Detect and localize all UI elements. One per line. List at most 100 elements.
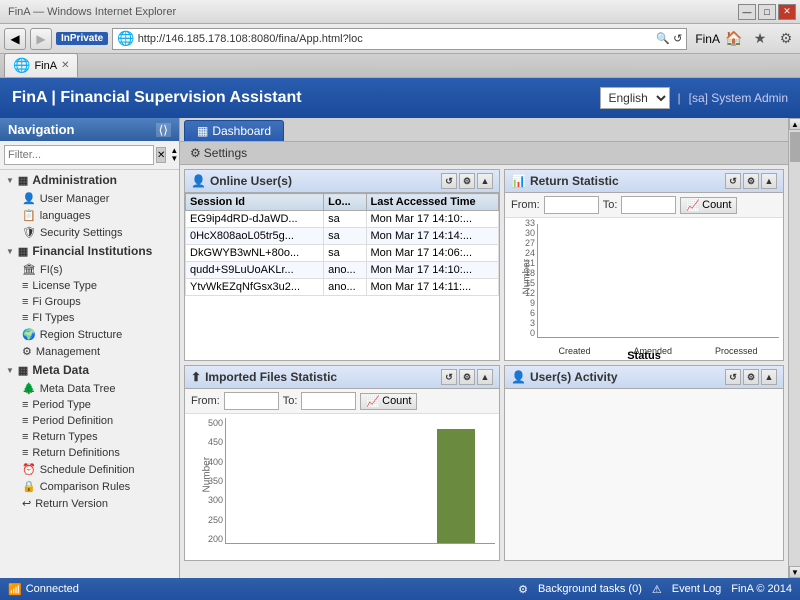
from-date-input[interactable] (544, 196, 599, 214)
panel-expand-button[interactable]: ▲ (477, 369, 493, 385)
language-select[interactable]: English (600, 87, 670, 109)
panel-refresh-button[interactable]: ↺ (441, 173, 457, 189)
cell-login: ano... (324, 279, 366, 296)
tools-icon[interactable]: ⚙ (776, 29, 796, 49)
nav-section-header-administration[interactable]: ▼ ▦ Administration (0, 170, 179, 190)
nav-item-label: Return Definitions (32, 447, 119, 459)
to-date-input[interactable] (301, 392, 356, 410)
sidebar-item-security-settings[interactable]: 🛡 Security Settings (0, 224, 179, 241)
settings-tab[interactable]: ⚙ Settings (184, 144, 253, 162)
sidebar-item-return-definitions[interactable]: ≡ Return Definitions (0, 445, 179, 461)
inprivate-badge: InPrivate (56, 32, 108, 45)
sidebar-item-schedule-definition[interactable]: ⏰ Schedule Definition (0, 461, 179, 478)
sidebar-item-user-manager[interactable]: 👤 User Manager (0, 190, 179, 207)
event-log-icon: ⚠ (652, 583, 662, 596)
nav-section-administration: ▼ ▦ Administration 👤 User Manager 📋 lang… (0, 170, 179, 241)
sidebar-item-period-type[interactable]: ≡ Period Type (0, 397, 179, 413)
nav-section-header-meta[interactable]: ▼ ▦ Meta Data (0, 360, 179, 380)
nav-item-label: FI(s) (40, 264, 63, 276)
y-label: 3 (519, 318, 535, 328)
panel-expand-button[interactable]: ▲ (761, 173, 777, 189)
forward-button[interactable]: ▶ (30, 28, 52, 50)
panel-config-button[interactable]: ⚙ (743, 369, 759, 385)
col-login: Lo... (324, 194, 366, 211)
sidebar-item-fis[interactable]: 🏛 FI(s) (0, 261, 179, 278)
online-users-table: Session Id Lo... Last Accessed Time EG9i… (185, 193, 499, 360)
sidebar-item-comparison-rules[interactable]: 🔒 Comparison Rules (0, 478, 179, 495)
favorites-icon[interactable]: ★ (750, 29, 770, 49)
browser-tab-bar: 🌐 FinA ✕ (0, 54, 800, 78)
y-label: 21 (519, 258, 535, 268)
y-label: 200 (199, 534, 223, 544)
maximize-button[interactable]: □ (758, 4, 776, 20)
return-icon: ↩ (22, 497, 31, 510)
nav-item-label: Meta Data Tree (40, 383, 116, 395)
sidebar-scroll-down[interactable]: ▼ (170, 155, 178, 163)
sidebar-item-fi-groups[interactable]: ≡ Fi Groups (0, 294, 179, 310)
panel-expand-button[interactable]: ▲ (477, 173, 493, 189)
panel-header-icons: ↺ ⚙ ▲ (725, 369, 777, 385)
col-session-id: Session Id (186, 194, 324, 211)
back-button[interactable]: ◀ (4, 28, 26, 50)
content-tabs: ▦ Dashboard (180, 118, 788, 142)
list-icon: ≡ (22, 415, 28, 427)
cell-session: DkGWYB3wNL+80o... (186, 245, 324, 262)
home-icon[interactable]: 🏠 (724, 29, 744, 49)
scroll-up-button[interactable]: ▲ (789, 118, 800, 130)
y-label: 33 (519, 218, 535, 228)
panel-expand-button[interactable]: ▲ (761, 369, 777, 385)
sidebar-item-region-structure[interactable]: 🌍 Region Structure (0, 326, 179, 343)
nav-item-label: Return Version (35, 498, 108, 510)
sidebar-item-management[interactable]: ⚙ Management (0, 343, 179, 360)
panel-refresh-button[interactable]: ↺ (725, 369, 741, 385)
sidebar-item-meta-data-tree[interactable]: 🌲 Meta Data Tree (0, 380, 179, 397)
sidebar-item-return-types[interactable]: ≡ Return Types (0, 429, 179, 445)
panel-config-button[interactable]: ⚙ (743, 173, 759, 189)
cell-login: sa (324, 228, 366, 245)
url-text: http://146.185.178.108:8080/fina/App.htm… (138, 33, 363, 45)
sidebar-item-fi-types[interactable]: ≡ FI Types (0, 310, 179, 326)
sidebar-item-languages[interactable]: 📋 languages (0, 207, 179, 224)
right-scrollbar[interactable]: ▲ ▼ (788, 118, 800, 578)
minimize-button[interactable]: — (738, 4, 756, 20)
sidebar-filter-clear-button[interactable]: ✕ (156, 147, 166, 163)
close-button[interactable]: ✕ (778, 4, 796, 20)
scroll-thumb[interactable] (790, 132, 800, 162)
refresh-icon[interactable]: ↺ (673, 32, 682, 45)
lang-icon: 📋 (22, 209, 36, 222)
panel-config-button[interactable]: ⚙ (459, 173, 475, 189)
online-users-panel-header: 👤 Online User(s) ↺ ⚙ ▲ (185, 170, 499, 193)
nav-item-label: Period Type (32, 399, 91, 411)
browser-tab-fina[interactable]: 🌐 FinA ✕ (4, 53, 78, 77)
tab-close-icon[interactable]: ✕ (61, 60, 69, 71)
panel-config-button[interactable]: ⚙ (459, 369, 475, 385)
sidebar-item-license-type[interactable]: ≡ License Type (0, 278, 179, 294)
y-label: 0 (519, 328, 535, 338)
sidebar-item-period-definition[interactable]: ≡ Period Definition (0, 413, 179, 429)
nav-section-header-fi[interactable]: ▼ ▦ Financial Institutions (0, 241, 179, 261)
sidebar-filter-input[interactable] (4, 145, 154, 165)
panel-refresh-button[interactable]: ↺ (725, 173, 741, 189)
wifi-icon: 📶 (8, 583, 22, 596)
cell-login: ano... (324, 262, 366, 279)
to-date-input[interactable] (621, 196, 676, 214)
panel-refresh-button[interactable]: ↺ (441, 369, 457, 385)
count-button[interactable]: 📈 Count (360, 393, 417, 410)
from-date-input[interactable] (224, 392, 279, 410)
sidebar-collapse-button[interactable]: ⟨⟩ (156, 123, 171, 137)
y-label: 350 (199, 476, 223, 486)
nav-section-financial-institutions: ▼ ▦ Financial Institutions 🏛 FI(s) ≡ Lic… (0, 241, 179, 360)
table-row: DkGWYB3wNL+80o... sa Mon Mar 17 14:06:..… (186, 245, 499, 262)
scroll-down-button[interactable]: ▼ (789, 566, 800, 578)
y-label: 15 (519, 278, 535, 288)
background-tasks-icon: ⚙ (518, 583, 528, 596)
list-icon: ≡ (22, 312, 28, 324)
sidebar-item-return-version[interactable]: ↩ Return Version (0, 495, 179, 512)
count-button[interactable]: 📈 Count (680, 197, 737, 214)
cell-accessed: Mon Mar 17 14:10:... (366, 262, 499, 279)
address-bar[interactable]: 🌐 http://146.185.178.108:8080/fina/App.h… (112, 28, 687, 50)
settings-tab-label: Settings (204, 146, 247, 160)
tab-dashboard[interactable]: ▦ Dashboard (184, 120, 284, 141)
users-activity-content (505, 389, 783, 560)
y-label: 12 (519, 288, 535, 298)
